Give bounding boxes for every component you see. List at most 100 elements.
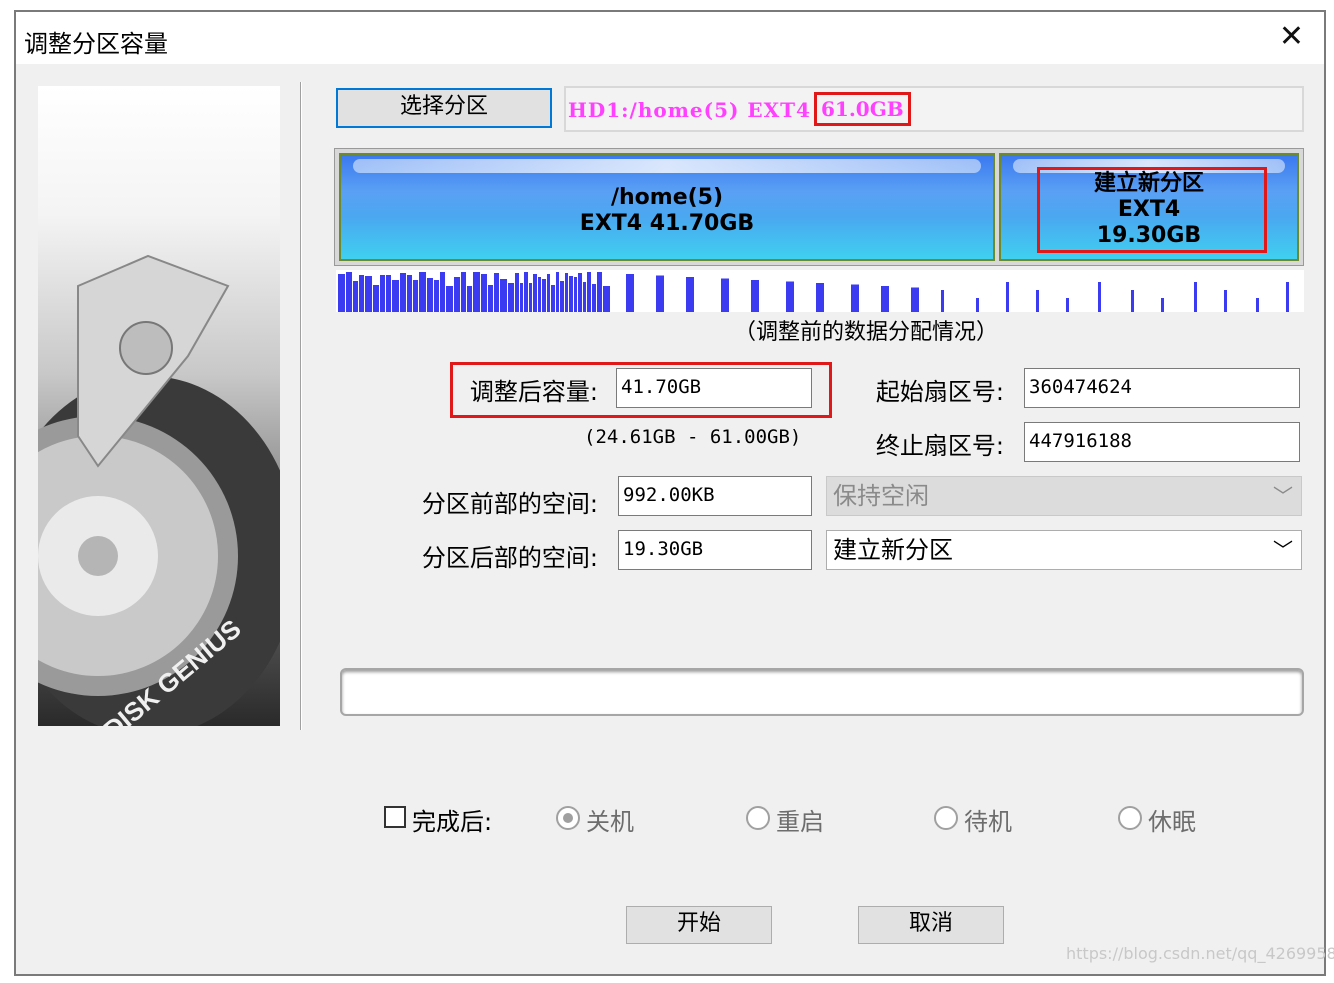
- distribution-spike: [1131, 290, 1134, 312]
- distribution-spike: [1066, 298, 1069, 312]
- radio-shutdown[interactable]: [556, 806, 580, 830]
- size-range-text: (24.61GB - 61.00GB): [584, 426, 802, 448]
- distribution-block: [603, 286, 610, 312]
- end-sector-input[interactable]: 447916188: [1024, 422, 1300, 462]
- distribution-spike: [881, 286, 889, 312]
- distribution-block: [481, 274, 487, 312]
- front-space-select: 保持空闲 ﹀: [826, 476, 1302, 516]
- distribution-block: [338, 274, 345, 312]
- distribution-block: [574, 277, 577, 312]
- distribution-block: [538, 277, 541, 312]
- back-space-select[interactable]: 建立新分区 ﹀: [826, 530, 1302, 570]
- distribution-block: [542, 279, 546, 312]
- after-completion-checkbox[interactable]: [384, 806, 406, 828]
- front-space-input[interactable]: 992.00KB: [618, 476, 812, 516]
- partition-segment-new[interactable]: 建立新分区 EXT4 19.30GB: [999, 153, 1299, 261]
- distribution-block: [427, 278, 433, 312]
- new-size-input[interactable]: 41.70GB: [616, 368, 812, 408]
- radio-hibernate-label: 休眠: [1148, 808, 1196, 836]
- resize-partition-dialog: 调整分区容量 ✕ DISK GENIUS 选择分区 HD1:/home(5) E…: [14, 10, 1326, 976]
- distribution-block: [373, 285, 379, 312]
- distribution-spike: [976, 298, 979, 312]
- distribution-block: [578, 273, 582, 312]
- distribution-block: [488, 285, 493, 312]
- partition-segment-home[interactable]: /home(5) EXT4 41.70GB: [339, 153, 995, 261]
- cancel-button[interactable]: 取消: [858, 906, 1004, 944]
- hard-disk-illustration: DISK GENIUS: [38, 254, 280, 726]
- distribution-block: [508, 283, 514, 312]
- distribution-block: [569, 276, 573, 312]
- distribution-block: [520, 283, 523, 312]
- start-sector-input[interactable]: 360474624: [1024, 368, 1300, 408]
- distribution-spike: [786, 281, 794, 312]
- segment-fs: EXT4: [1117, 197, 1181, 222]
- radio-standby[interactable]: [934, 806, 958, 830]
- partition-bar: /home(5) EXT4 41.70GB 建立新分区 EXT4 19.30GB: [334, 148, 1304, 266]
- distribution-spike: [941, 290, 944, 312]
- close-icon[interactable]: ✕: [1279, 20, 1304, 54]
- distribution-block: [494, 273, 499, 312]
- distribution-spike: [1098, 282, 1101, 312]
- distribution-spike: [686, 277, 694, 312]
- distribution-block: [386, 275, 391, 312]
- distribution-block: [413, 280, 418, 312]
- distribution-spike: [1006, 282, 1009, 312]
- dialog-title: 调整分区容量: [24, 30, 168, 58]
- distribution-block: [454, 277, 460, 312]
- distribution-block: [583, 282, 586, 312]
- front-space-option: 保持空闲: [833, 482, 929, 510]
- chevron-down-icon[interactable]: ﹀: [1273, 535, 1293, 565]
- distribution-block: [565, 273, 568, 312]
- distribution-block: [500, 279, 507, 312]
- distribution-block: [473, 272, 480, 312]
- distribution-block: [461, 272, 466, 312]
- distribution-spike: [816, 283, 824, 312]
- progress-bar: [340, 668, 1304, 716]
- select-partition-button[interactable]: 选择分区: [336, 88, 552, 128]
- distribution-spike: [1286, 282, 1289, 312]
- distribution-block: [533, 274, 537, 312]
- distribution-spike: [1256, 298, 1259, 312]
- back-space-input[interactable]: 19.30GB: [618, 530, 812, 570]
- distribution-spike: [751, 280, 759, 312]
- distribution-block: [592, 284, 596, 312]
- disk-genius-banner: DISK GENIUS: [38, 86, 280, 726]
- end-sector-label: 终止扇区号:: [875, 432, 1004, 460]
- distribution-block: [551, 285, 555, 312]
- distribution-block: [467, 286, 472, 312]
- distribution-block: [529, 283, 532, 312]
- distribution-spike: [1224, 290, 1227, 312]
- distribution-block: [524, 272, 528, 312]
- radio-hibernate[interactable]: [1118, 806, 1142, 830]
- distribution-spike: [911, 287, 919, 312]
- title-bar: 调整分区容量 ✕: [16, 12, 1324, 64]
- distribution-spike: [1161, 298, 1164, 312]
- front-space-label: 分区前部的空间:: [421, 490, 598, 518]
- distribution-block: [346, 272, 352, 312]
- radio-shutdown-label: 关机: [586, 808, 634, 836]
- distribution-block: [400, 273, 406, 312]
- chevron-down-icon: ﹀: [1273, 484, 1293, 508]
- distribution-spike: [626, 274, 634, 312]
- radio-restart[interactable]: [746, 806, 770, 830]
- distribution-spike: [1194, 282, 1197, 312]
- distribution-block: [353, 281, 358, 312]
- distribution-block: [547, 274, 550, 312]
- partition-info-box: HD1:/home(5) EXT4 61.0GB: [564, 86, 1304, 132]
- distribution-spike: [851, 284, 859, 312]
- start-sector-label: 起始扇区号:: [875, 378, 1004, 406]
- after-completion-label: 完成后:: [412, 808, 493, 836]
- distribution-spike: [656, 275, 664, 312]
- distribution-block: [560, 281, 564, 312]
- start-button[interactable]: 开始: [626, 906, 772, 944]
- back-space-label: 分区后部的空间:: [421, 544, 598, 572]
- distribution-spike: [721, 278, 729, 312]
- vertical-divider: [300, 82, 302, 730]
- segment-size: 19.30GB: [1096, 223, 1202, 248]
- distribution-block: [556, 272, 559, 312]
- distribution-block: [392, 280, 399, 312]
- partition-path-text: HD1:/home(5) EXT4: [568, 98, 811, 122]
- distribution-block: [434, 280, 439, 312]
- data-distribution-map: [336, 270, 1304, 312]
- segment-name: 建立新分区: [1093, 171, 1204, 196]
